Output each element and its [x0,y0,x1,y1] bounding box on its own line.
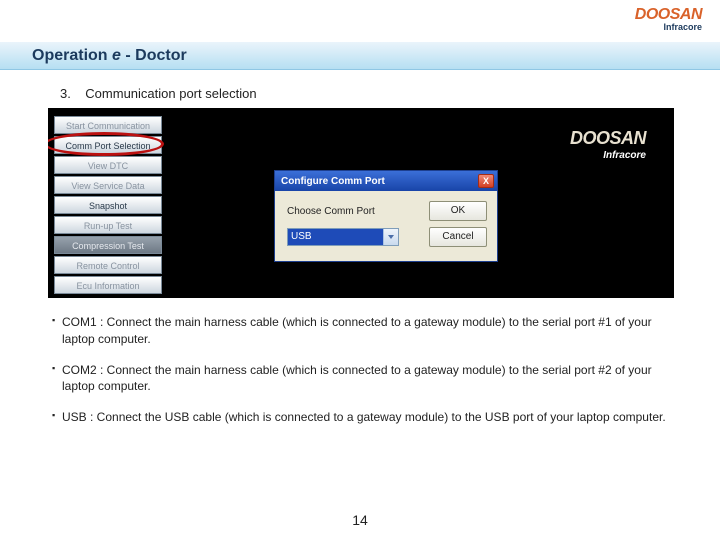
list-item: COM2 : Connect the main harness cable (w… [52,362,672,396]
notes-list: COM1 : Connect the main harness cable (w… [52,314,672,440]
side-menu-item[interactable]: Snapshot [54,196,162,214]
side-menu-item[interactable]: View DTC [54,156,162,174]
side-menu-item[interactable]: Compression Test [54,236,162,254]
list-item: COM1 : Connect the main harness cable (w… [52,314,672,348]
side-menu-item[interactable]: Remote Control [54,256,162,274]
side-menu-item[interactable]: Run-up Test [54,216,162,234]
app-logo-word: DOOSAN [570,128,646,149]
choose-comm-port-label: Choose Comm Port [287,206,421,217]
brand-logo: DOOSAN Infracore [635,6,702,32]
comm-port-selected: USB [288,229,383,245]
side-menu-item-comm-port[interactable]: Comm Port Selection [54,136,162,154]
configure-comm-port-dialog: Configure Comm Port X Choose Comm Port O… [274,170,498,262]
cancel-button[interactable]: Cancel [429,227,487,247]
page-title-prefix: Operation [32,47,112,64]
list-item: USB : Connect the USB cable (which is co… [52,409,672,426]
page-title: Operation e - Doctor [0,42,720,70]
page-number: 14 [0,512,720,528]
embedded-screenshot: Start Communication Comm Port Selection … [48,108,674,298]
page-title-ital: e [112,47,121,64]
dialog-titlebar: Configure Comm Port X [275,171,497,191]
side-menu-item[interactable]: Ecu Information [54,276,162,294]
comm-port-select[interactable]: USB [287,228,399,246]
dialog-body: Choose Comm Port OK USB Cancel [275,191,497,261]
dialog-title: Configure Comm Port [281,176,385,187]
section-title: Communication port selection [85,86,256,101]
app-logo: DOOSAN Infracore [570,128,646,161]
chevron-down-icon[interactable] [383,229,398,245]
section-heading: 3. Communication port selection [60,86,257,101]
side-menu-item[interactable]: Start Communication [54,116,162,134]
ok-button[interactable]: OK [429,201,487,221]
side-menu-item[interactable]: View Service Data [54,176,162,194]
app-logo-sub: Infracore [570,150,646,161]
side-menu: Start Communication Comm Port Selection … [54,116,162,294]
page-title-suffix: - Doctor [121,47,187,64]
section-number: 3. [60,86,71,101]
close-icon[interactable]: X [478,174,494,188]
page-title-bar: Operation e - Doctor [0,42,720,70]
